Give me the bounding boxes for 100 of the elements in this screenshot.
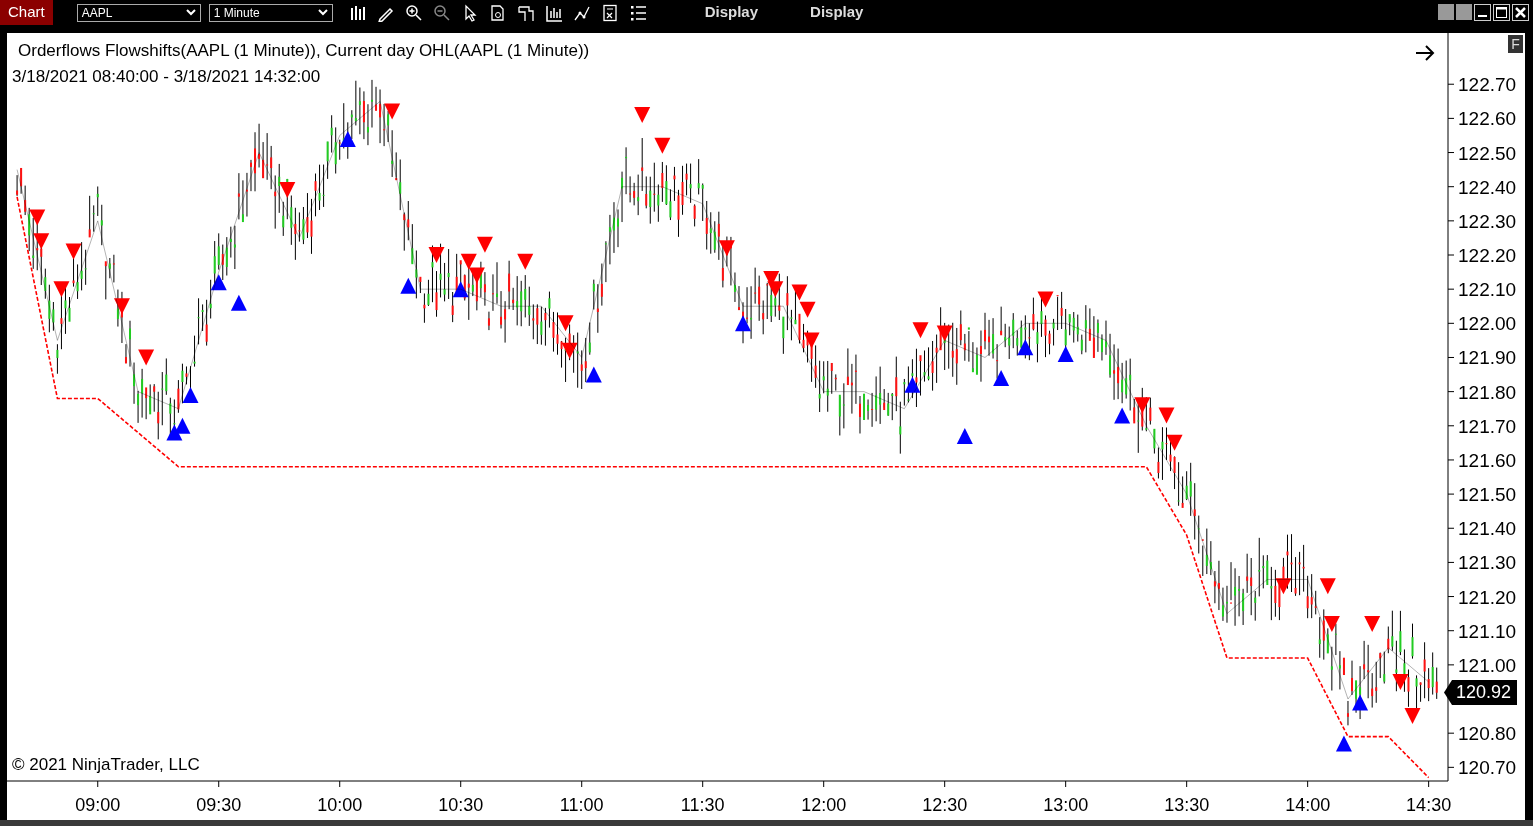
sell-signal-marker [718,240,735,257]
price-axis-label: 121.00 [1458,654,1517,676]
sell-signal-marker [476,236,493,253]
sell-signal-marker [791,284,808,301]
calculator-icon[interactable] [600,3,619,22]
price-axis-label: 122.70 [1458,74,1517,96]
sell-signal-marker [561,342,578,359]
close-icon[interactable] [1512,4,1529,21]
sell-signal-marker [468,267,485,284]
buy-signal-marker [735,315,752,332]
sell-signal-marker [1158,407,1175,424]
buy-signal-marker [993,369,1010,386]
price-axis-label: 121.90 [1458,347,1517,369]
buy-signal-marker [339,130,356,147]
copyright-text: © 2021 NinjaTrader, LLC [12,754,200,776]
template-icon[interactable] [516,3,535,22]
chart-tab[interactable]: Chart [0,0,53,25]
buy-signal-marker [1057,346,1074,363]
buy-signal-marker [400,277,417,294]
sell-signal-marker [384,103,401,120]
time-axis-label: 11:00 [559,795,604,815]
sell-signal-marker [1323,615,1340,632]
time-axis-label: 09:30 [196,795,242,815]
time-axis-label: 14:30 [1406,795,1452,815]
price-axis-label: 120.80 [1458,723,1517,745]
time-axis-label: 14:00 [1285,795,1331,815]
sell-signal-marker [33,233,50,250]
time-axis-label: 12:00 [801,795,847,815]
time-axis-label: 09:00 [75,795,121,815]
sell-signal-marker [654,137,671,154]
data-box-icon[interactable] [544,3,563,22]
buy-signal-marker [182,387,199,404]
buy-signal-marker [1017,339,1034,356]
price-axis-label: 122.50 [1458,142,1517,164]
sell-signal-marker [113,298,130,315]
sell-signal-marker [138,349,155,366]
time-axis-label: 10:30 [438,795,484,815]
panel-button[interactable]: F [1508,35,1523,53]
sell-signal-marker [65,243,82,260]
zoom-out-icon[interactable] [432,3,451,22]
price-axis-label: 121.60 [1458,449,1517,471]
minimize-icon[interactable] [1474,4,1491,21]
price-axis-label: 121.70 [1458,415,1517,437]
buy-signal-marker [956,428,973,445]
buy-signal-marker [1114,407,1131,424]
display-menu[interactable]: Display [704,1,759,24]
buy-signal-marker [174,417,191,434]
list-icon[interactable] [628,3,647,22]
sell-signal-marker [936,325,953,342]
interval-dropdown[interactable]: 1 Minute [208,3,333,22]
buy-signal-marker [210,274,227,291]
price-axis-label: 122.30 [1458,210,1517,232]
price-axis-label: 122.60 [1458,108,1517,130]
sell-signal-marker [634,106,651,123]
price-axis-label: 122.10 [1458,279,1517,301]
time-axis-label: 11:30 [680,795,725,815]
buy-signal-marker [1335,735,1352,752]
last-price-label: 120.92 [1444,680,1518,705]
sell-signal-marker [1037,291,1054,308]
price-axis-label: 121.20 [1458,586,1517,608]
buy-signal-marker [166,424,183,441]
bar-chart-icon[interactable] [348,3,367,22]
date-range: 3/18/2021 08:40:00 - 3/18/2021 14:32:00 [12,66,321,88]
price-axis-label: 121.10 [1458,620,1517,642]
sell-signal-marker [1134,397,1151,414]
time-axis-label: 12:30 [922,795,968,815]
instrument-dropdown[interactable]: AAPL [76,3,201,22]
sell-signal-marker [912,322,929,339]
price-axis-label: 122.40 [1458,176,1517,198]
price-axis-label: 121.80 [1458,381,1517,403]
price-axis-label: 121.30 [1458,552,1517,574]
sell-signal-marker [803,332,820,349]
sell-signal-marker [460,253,477,270]
display-menu[interactable]: Display [810,1,864,24]
sell-signal-marker [1166,434,1183,451]
sell-signal-marker [1275,578,1292,595]
maximize-icon[interactable] [1493,4,1510,21]
chart-title: Orderflows Flowshifts(AAPL (1 Minute)), Current day OHL(AAPL (1 Minute)) [18,40,590,62]
arrow-right-icon[interactable] [1415,45,1435,61]
buy-signal-marker [585,366,602,383]
price-axis-label: 121.50 [1458,484,1517,506]
sell-signal-marker [1364,615,1381,632]
time-axis-label: 13:00 [1043,795,1089,815]
zoom-in-icon[interactable] [404,3,423,22]
sell-signal-marker [279,182,296,199]
sell-signal-marker [767,281,784,298]
sell-signal-marker [557,315,574,332]
buy-signal-marker [1352,694,1369,711]
sell-signal-marker [799,301,816,318]
price-axis-label: 121.40 [1458,518,1517,540]
chevron-down-icon [317,9,328,16]
document-search-icon[interactable] [488,3,507,22]
buy-signal-marker [230,294,247,311]
price-axis-label: 122.00 [1458,313,1517,335]
sell-signal-marker [53,281,70,298]
price-axis-label: 120.70 [1458,757,1517,779]
chevron-down-icon [185,9,196,16]
sell-signal-marker [29,209,46,226]
time-axis-label: 13:30 [1164,795,1210,815]
sell-signal-marker [1392,673,1409,690]
